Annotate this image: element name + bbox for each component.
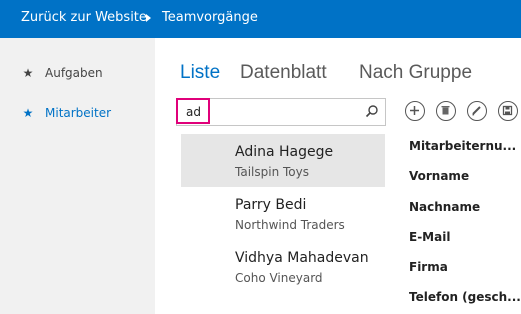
- employee-name: Adina Hagege: [235, 144, 334, 160]
- sidebar-item-mitarbeiter[interactable]: ★ Mitarbeiter: [21, 106, 111, 120]
- search-box: ad: [176, 98, 386, 126]
- save-button[interactable]: [498, 101, 518, 121]
- employee-name: Vidhya Mahadevan: [235, 250, 369, 266]
- sidebar: ★ Aufgaben ★ Mitarbeiter: [0, 38, 155, 314]
- tab-liste[interactable]: Liste: [180, 62, 220, 84]
- save-icon: [502, 105, 513, 116]
- sidebar-item-label: Aufgaben: [45, 66, 103, 80]
- add-icon: [410, 106, 419, 115]
- delete-icon: [441, 106, 450, 115]
- employee-company: Coho Vineyard: [235, 271, 323, 285]
- tab-nach-gruppe[interactable]: Nach Gruppe: [359, 62, 472, 84]
- chevron-right-icon: [146, 14, 151, 22]
- back-to-site-link[interactable]: Zurück zur Website: [21, 10, 147, 25]
- field-label-nachname: Nachname: [409, 200, 481, 214]
- edit-button[interactable]: [467, 101, 487, 121]
- star-icon: ★: [22, 106, 34, 120]
- field-label-vorname: Vorname: [409, 169, 470, 183]
- tab-datenblatt[interactable]: Datenblatt: [240, 62, 327, 84]
- list-item[interactable]: Adina Hagege Tailspin Toys: [181, 134, 385, 187]
- field-label-email: E-Mail: [409, 230, 451, 244]
- field-label-mitarbeiternummer: Mitarbeiternu...: [409, 139, 517, 153]
- list-item[interactable]: Vidhya Mahadevan Coho Vineyard: [181, 240, 385, 293]
- edit-icon: [472, 106, 481, 116]
- field-label-firma: Firma: [409, 260, 448, 274]
- employee-list: Adina Hagege Tailspin Toys Parry Bedi No…: [181, 134, 385, 293]
- field-label-telefon: Telefon (gesch...: [409, 290, 521, 304]
- add-button[interactable]: [405, 101, 425, 121]
- star-icon: ★: [22, 66, 34, 80]
- list-item[interactable]: Parry Bedi Northwind Traders: [181, 187, 385, 240]
- search-highlight: [176, 98, 210, 124]
- sidebar-item-label: Mitarbeiter: [45, 106, 112, 120]
- top-bar: Zurück zur Website Teamvorgänge: [0, 0, 521, 38]
- delete-button[interactable]: [436, 101, 456, 121]
- employee-name: Parry Bedi: [235, 197, 307, 213]
- app-title: Teamvorgänge: [162, 10, 258, 25]
- search-icon[interactable]: [365, 104, 379, 118]
- sidebar-item-aufgaben[interactable]: ★ Aufgaben: [21, 66, 103, 80]
- employee-company: Northwind Traders: [235, 218, 345, 232]
- employee-company: Tailspin Toys: [235, 165, 309, 179]
